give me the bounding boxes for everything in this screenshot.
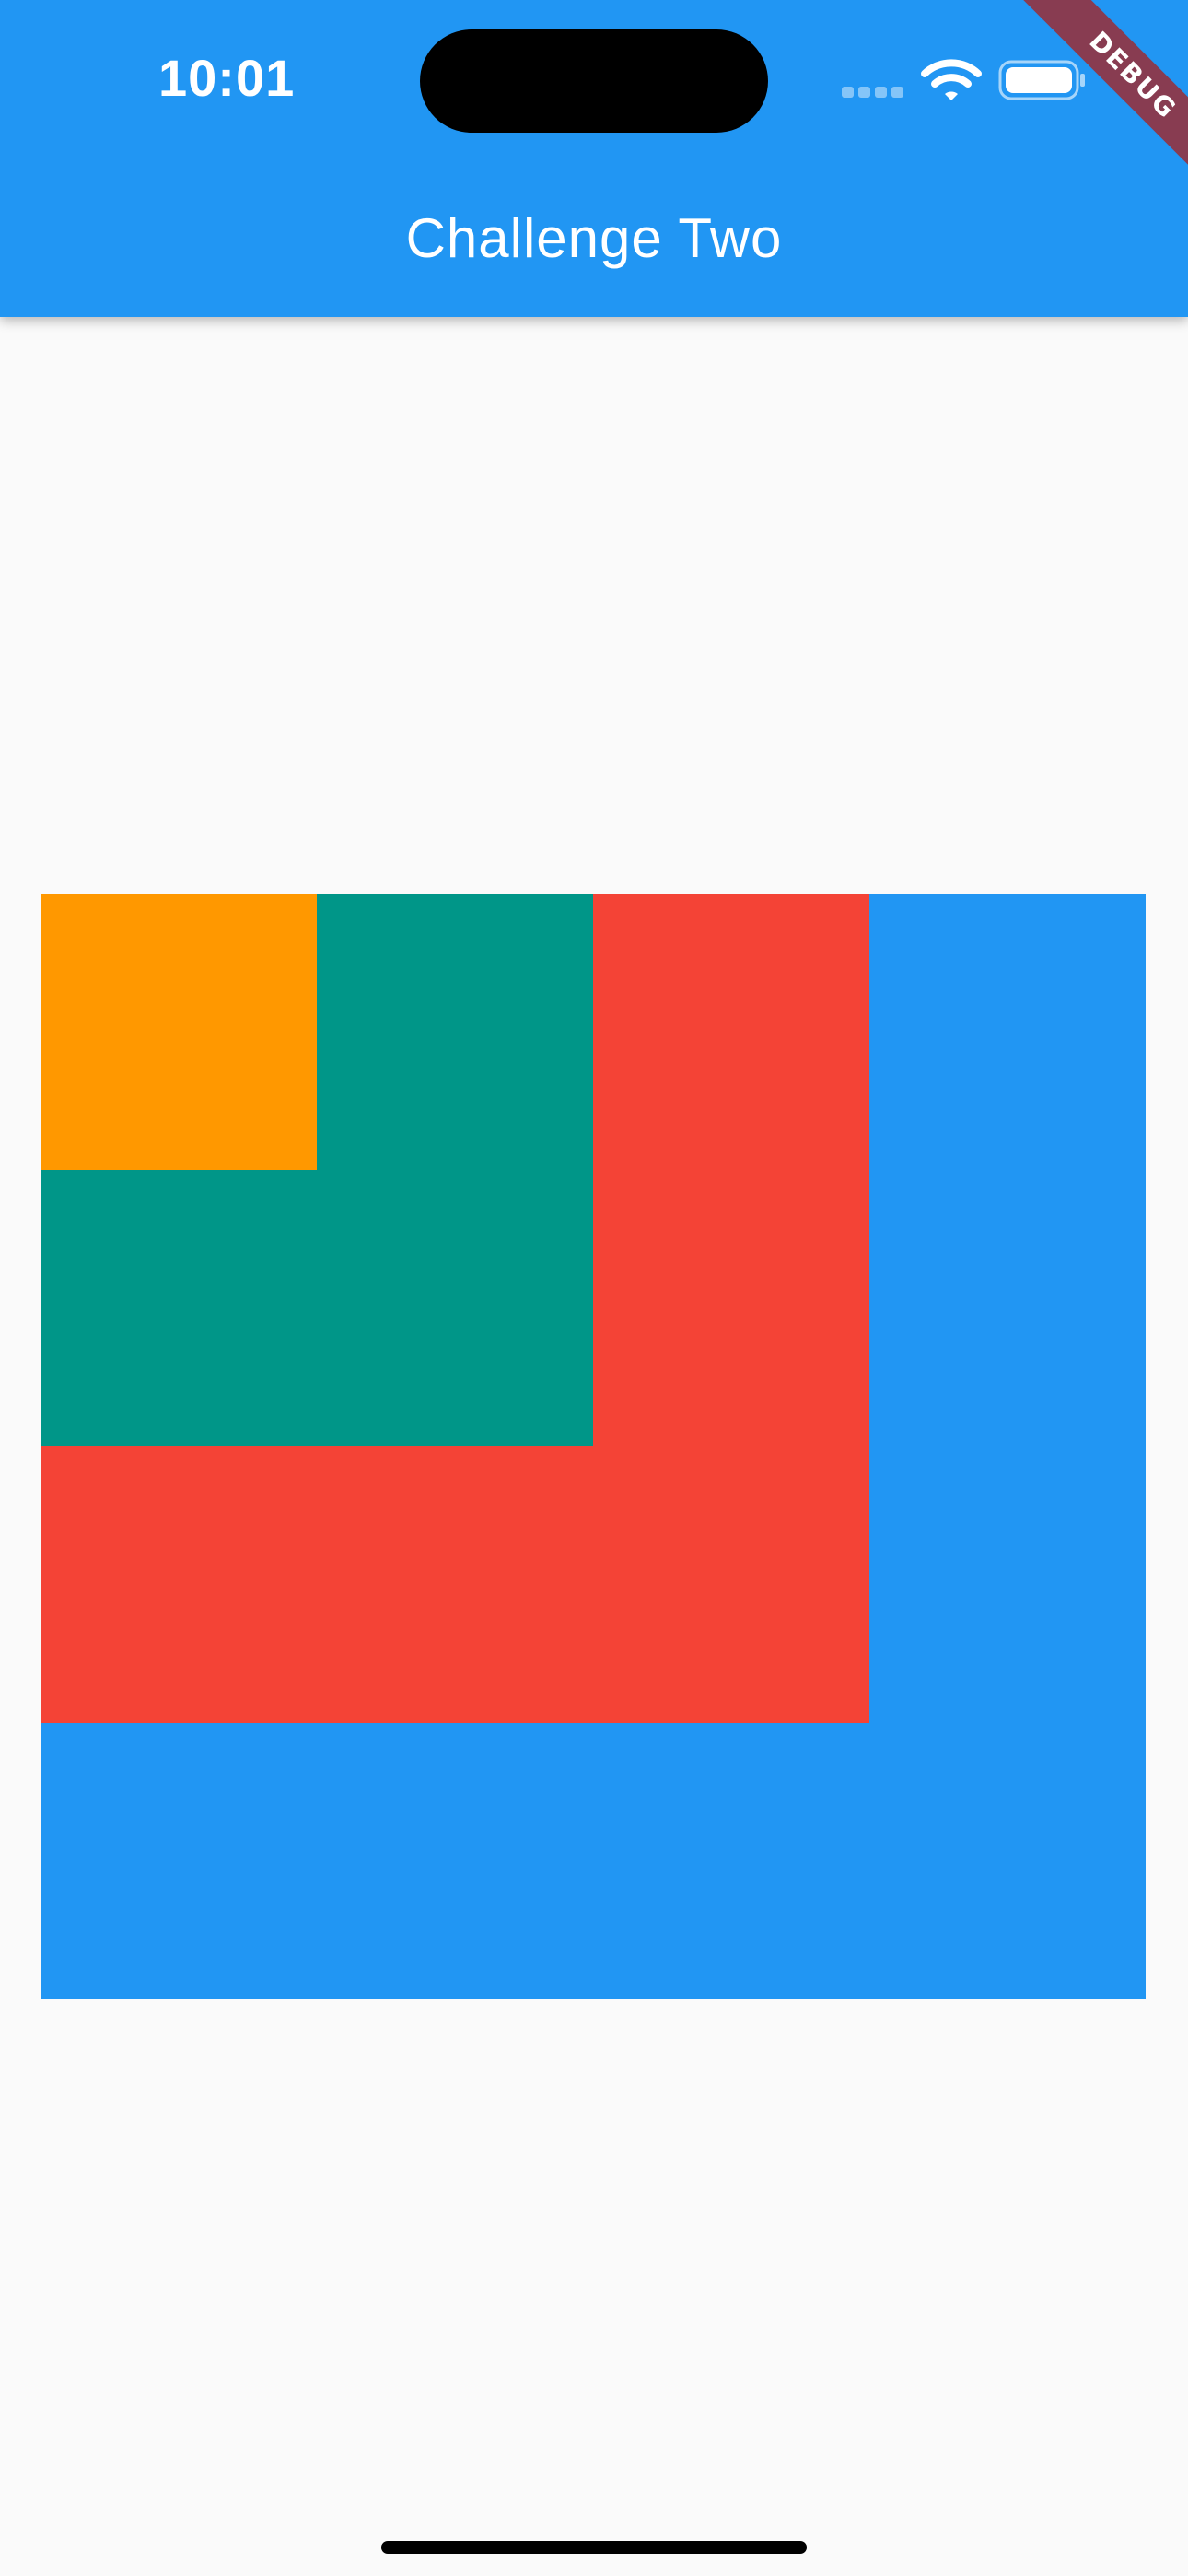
home-indicator[interactable] bbox=[381, 2541, 807, 2554]
nested-boxes bbox=[41, 894, 1146, 1999]
status-time: 10:01 bbox=[158, 49, 296, 107]
signal-icon bbox=[842, 87, 904, 100]
wifi-icon bbox=[921, 59, 982, 100]
orange-box bbox=[41, 894, 317, 1170]
app-bar-title: Challenge Two bbox=[405, 207, 783, 269]
battery-icon bbox=[998, 60, 1085, 100]
app-bar: 10:01 Challenge Two bbox=[0, 0, 1188, 317]
dynamic-island bbox=[420, 29, 768, 133]
app-screen: 10:01 Challenge Two DEBUG bbox=[0, 0, 1188, 2576]
